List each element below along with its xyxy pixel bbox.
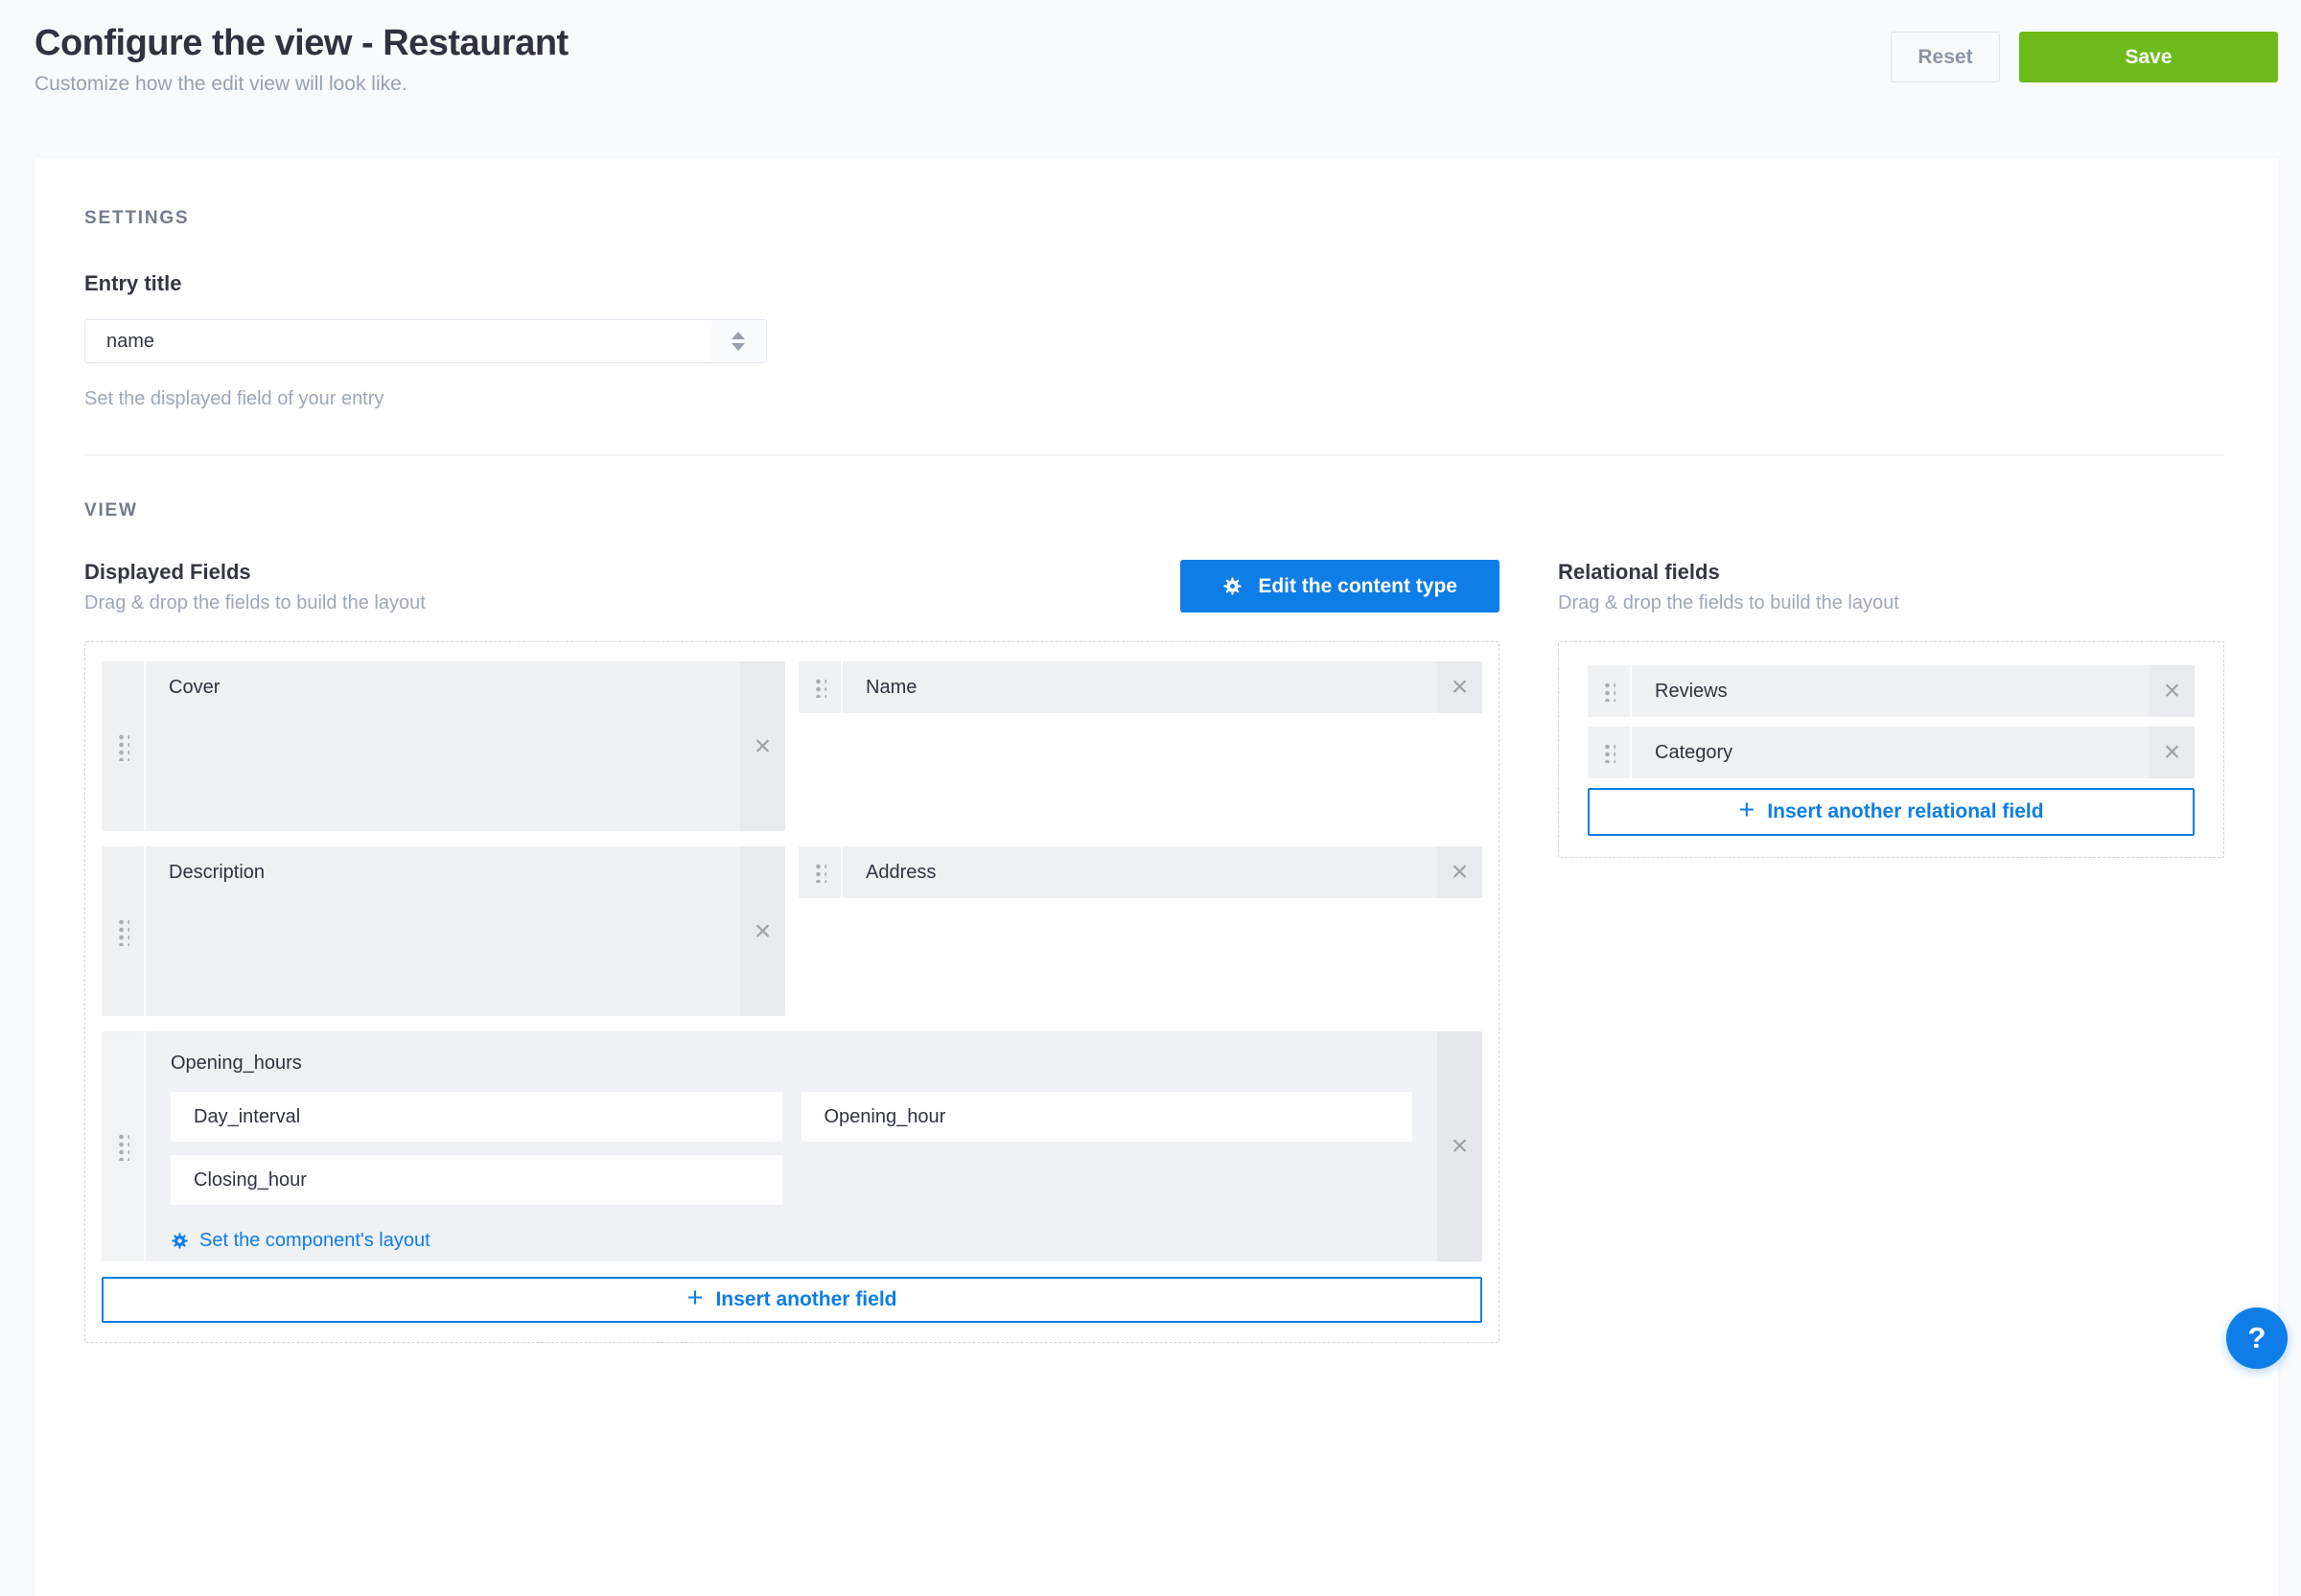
help-button[interactable]: ? [2226,1307,2288,1369]
remove-field-button[interactable]: × [740,661,785,831]
entry-title-label: Entry title [84,271,2224,296]
field-label: Cover [146,661,740,831]
close-icon: × [1452,856,1469,889]
page-subtitle: Customize how the edit view will look li… [35,73,569,96]
page-background-strip [2278,0,2301,1379]
page-title: Configure the view - Restaurant [35,23,569,64]
view-section-label: VIEW [84,500,2224,521]
relational-fields-title: Relational fields [1558,560,1899,585]
drag-handle[interactable] [1588,727,1632,778]
drag-dots-icon [1602,681,1615,702]
view-section: VIEW Displayed Fields Drag & drop the fi… [84,500,2224,1343]
displayed-fields-column: Displayed Fields Drag & drop the fields … [84,560,1499,1343]
remove-field-button[interactable]: × [740,846,785,1016]
entry-title-select-value: name [85,331,154,353]
component-body: Opening_hours Day_interval Opening_hour … [146,1031,1437,1261]
relational-fields-column: Relational fields Drag & drop the fields… [1558,560,2224,1343]
plus-icon: + [1738,795,1755,826]
drag-dots-icon [116,732,129,761]
edit-content-type-label: Edit the content type [1258,575,1457,598]
insert-another-field-label: Insert another field [715,1288,896,1311]
drag-dots-icon [116,1132,129,1161]
drag-handle[interactable] [102,846,146,1016]
select-stepper[interactable] [710,320,766,362]
gear-icon [171,1232,189,1250]
header-actions: Reset Save [1891,32,2278,82]
set-component-layout-link[interactable]: Set the component's layout [171,1230,430,1252]
field-label: Address [843,846,1437,898]
drag-handle[interactable] [799,661,843,713]
relational-fields-drop-zone: Reviews × Category × + Insert another re… [1558,641,2224,858]
close-icon: × [755,915,772,948]
field-label: Category [1632,727,2150,778]
drag-handle[interactable] [102,1031,146,1261]
reset-button[interactable]: Reset [1891,32,2000,82]
relational-fields-header: Relational fields Drag & drop the fields… [1558,560,1899,614]
plus-icon: + [687,1283,704,1314]
drag-dots-icon [116,917,129,946]
field-card-name[interactable]: Name × [799,661,1482,713]
field-label: Name [843,661,1437,713]
relational-field-card-reviews[interactable]: Reviews × [1588,665,2195,717]
close-icon: × [1452,671,1469,704]
field-card-description[interactable]: Description × [102,846,785,1016]
close-icon: × [755,730,772,763]
field-card-address[interactable]: Address × [799,846,1482,898]
entry-title-help: Set the displayed field of your entry [84,388,2224,410]
chevron-down-icon [732,343,745,351]
section-divider [84,454,2224,456]
close-icon: × [2164,736,2181,769]
drag-handle[interactable] [1588,665,1632,717]
component-subfield-opening-hour[interactable]: Opening_hour [802,1092,1413,1142]
displayed-fields-title: Displayed Fields [84,560,426,585]
field-card-cover[interactable]: Cover × [102,661,785,831]
main-card: SETTINGS Entry title name Set the displa… [35,158,2278,1596]
insert-another-relational-field-button[interactable]: + Insert another relational field [1588,788,2195,836]
drag-dots-icon [1602,742,1615,763]
remove-field-button[interactable]: × [2150,665,2195,717]
settings-section: SETTINGS Entry title name Set the displa… [84,208,2224,456]
edit-content-type-button[interactable]: Edit the content type [1180,560,1499,613]
displayed-fields-header: Displayed Fields Drag & drop the fields … [84,560,426,614]
set-component-layout-label: Set the component's layout [199,1230,430,1252]
chevron-up-icon [732,332,745,339]
remove-field-button[interactable]: × [2150,727,2195,778]
drag-dots-icon [813,677,826,698]
question-mark-icon: ? [2248,1321,2266,1355]
component-card-opening-hours[interactable]: Opening_hours Day_interval Opening_hour … [102,1031,1482,1261]
page-header-titles: Configure the view - Restaurant Customiz… [35,23,569,96]
displayed-fields-drop-zone: Cover × Name × Description × [84,641,1499,1343]
component-label: Opening_hours [171,1052,1412,1075]
insert-another-relational-field-label: Insert another relational field [1767,800,2043,823]
displayed-fields-subtitle: Drag & drop the fields to build the layo… [84,592,426,614]
field-label: Description [146,846,740,1016]
close-icon: × [2164,675,2181,707]
entry-title-select[interactable]: name [84,319,767,363]
gear-icon [1222,576,1243,596]
settings-section-label: SETTINGS [84,208,2224,229]
drag-dots-icon [813,862,826,883]
remove-field-button[interactable]: × [1437,661,1482,713]
remove-component-button[interactable]: × [1437,1031,1482,1261]
insert-another-field-button[interactable]: + Insert another field [102,1277,1482,1323]
close-icon: × [1452,1130,1469,1163]
component-subfield-closing-hour[interactable]: Closing_hour [171,1155,782,1205]
remove-field-button[interactable]: × [1437,846,1482,898]
component-subfield-day-interval[interactable]: Day_interval [171,1092,782,1142]
drag-handle[interactable] [799,846,843,898]
page-header: Configure the view - Restaurant Customiz… [0,0,2301,96]
relational-fields-subtitle: Drag & drop the fields to build the layo… [1558,592,1899,614]
field-label: Reviews [1632,665,2150,717]
relational-field-card-category[interactable]: Category × [1588,727,2195,778]
save-button[interactable]: Save [2019,32,2278,82]
drag-handle[interactable] [102,661,146,831]
